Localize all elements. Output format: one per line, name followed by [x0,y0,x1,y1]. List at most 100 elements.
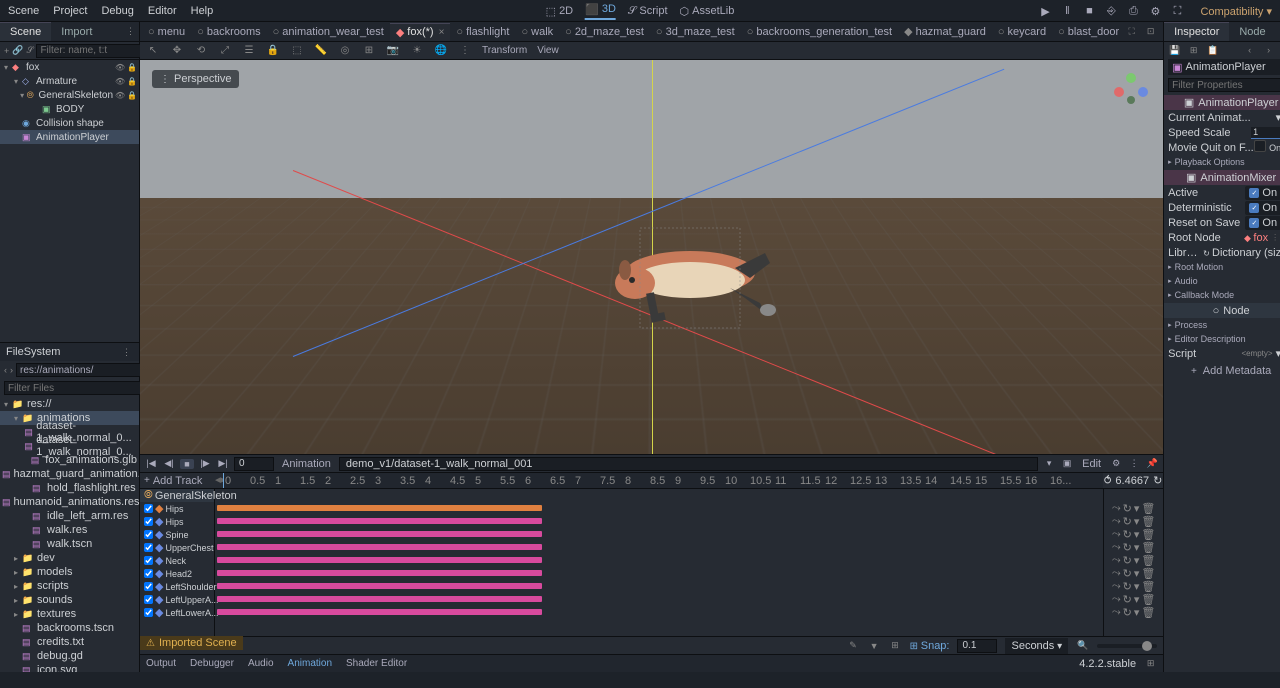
wrap-icon[interactable]: ↻ [1123,515,1132,528]
section-animationplayer[interactable]: ▣AnimationPlayer [1164,95,1280,110]
speed-scale-input[interactable] [1251,127,1280,139]
preview-icon[interactable]: ⋮ [458,44,472,58]
layout-icon[interactable]: ⊞ [1144,657,1157,670]
workspace-3d[interactable]: ⬛3D [585,3,616,20]
scene-tab-flashlight[interactable]: ○flashlight [450,23,515,41]
cat-editor-desc[interactable]: Editor Description [1164,332,1280,346]
interp-icon[interactable]: ⤳ [1112,515,1121,528]
cat-audio[interactable]: Audio [1164,274,1280,288]
perspective-badge[interactable]: ⋮ Perspective [152,70,239,88]
cat-root-motion[interactable]: Root Motion [1164,260,1280,274]
pause-icon[interactable]: ‖ [1060,4,1074,18]
pin-icon[interactable]: 📌 [1145,458,1159,469]
render-icon[interactable]: ⛶ [1170,4,1184,18]
select-tool-icon[interactable]: ↖ [146,44,160,58]
interp-icon[interactable]: ⤳ [1112,554,1121,567]
workspace-script[interactable]: 𝒮Script [628,5,668,18]
tab-shader[interactable]: Shader Editor [346,658,407,669]
workspace-assetlib[interactable]: ⬡AssetLib [680,5,735,18]
scene-tab-walk[interactable]: ○walk [515,23,559,41]
expand-icon[interactable]: ⛶ [1125,25,1138,38]
chevron-down-icon[interactable]: ▾ [1042,458,1056,469]
delete-track-icon[interactable]: 🗑 [1141,554,1155,567]
snap-toggle-icon[interactable]: ⊞ [889,639,902,652]
zoom-icon[interactable]: 🔍 [1076,639,1089,652]
env-icon[interactable]: 🌐 [434,44,448,58]
tab-node[interactable]: Node [1229,23,1275,41]
zoom-slider[interactable] [1097,644,1157,648]
file-res://[interactable]: ▾📁res:// [0,397,139,411]
scene-tab-blast_door[interactable]: ○blast_door [1052,23,1125,41]
wrap-icon[interactable]: ↻ [1123,593,1132,606]
wrap-icon[interactable]: ↻ [1123,580,1132,593]
view-menu[interactable]: View [537,45,559,56]
root-node-value[interactable]: ◆ fox [1244,232,1268,244]
track-toggle[interactable] [144,556,153,565]
tab-history[interactable]: History [1276,23,1280,41]
copy-icon[interactable]: 📋 [1206,44,1219,57]
ruler-icon[interactable]: 📏 [314,44,328,58]
scene-tab-menu[interactable]: ○menu [142,23,191,41]
animation-name-dropdown[interactable]: demo_v1/dataset-1_walk_normal_001 [339,457,1038,471]
menu-help[interactable]: Help [191,5,214,17]
history-fwd-icon[interactable]: › [1262,44,1275,57]
play-scene-icon[interactable]: ⎆ [1104,4,1118,18]
scene-node-collision shape[interactable]: ◉Collision shape [0,116,139,130]
scene-node-fox[interactable]: ▾◆fox👁🔒 [0,60,139,74]
track-toggle[interactable] [144,530,153,539]
attach-script-icon[interactable]: 𝒮 [26,44,33,57]
scene-node-body[interactable]: ▣BODY [0,102,139,116]
dock-options-icon[interactable]: ⋮ [126,25,139,38]
delete-track-icon[interactable]: 🗑 [1141,606,1155,619]
file-scripts[interactable]: ▸📁scripts [0,579,139,593]
file-credits.txt[interactable]: ▤credits.txt [0,635,139,649]
current-anim-dropdown[interactable]: ▾ [1253,111,1280,124]
filter-tracks-icon[interactable]: ▼ [868,639,881,652]
scene-tab-keycard[interactable]: ○keycard [992,23,1052,41]
play-custom-icon[interactable]: ⎙ [1126,4,1140,18]
path-input[interactable] [16,363,156,377]
history-back-icon[interactable]: ‹ [1243,44,1256,57]
file-debug.gd[interactable]: ▤debug.gd [0,649,139,663]
play-backwards-icon[interactable]: ◀| [162,458,176,469]
tab-audio[interactable]: Audio [248,658,274,669]
save-icon[interactable]: 💾 [1168,44,1181,57]
track-toggle[interactable] [144,569,153,578]
tab-debugger[interactable]: Debugger [190,658,234,669]
menu-debug[interactable]: Debug [101,5,133,17]
file-dev[interactable]: ▸📁dev [0,551,139,565]
scene-node-armature[interactable]: ▾◇Armature👁🔒 [0,74,139,88]
local-space-icon[interactable]: ◎ [338,44,352,58]
delete-track-icon[interactable]: 🗑 [1141,541,1155,554]
anim-position-input[interactable] [234,457,274,471]
scene-tab-backrooms_generation_test[interactable]: ○backrooms_generation_test [741,23,898,41]
camera-icon[interactable]: 📷 [386,44,400,58]
play-icon[interactable]: ▶ [1038,4,1052,18]
time-units-dropdown[interactable]: Seconds ▾ [1005,638,1068,654]
delete-track-icon[interactable]: 🗑 [1141,580,1155,593]
track-collapse-icon[interactable]: ◂▸ [215,473,223,488]
track-toggle[interactable] [144,517,153,526]
distraction-free-icon[interactable]: ⊡ [1144,25,1157,38]
track-toggle[interactable] [144,595,153,604]
renderer-dropdown[interactable]: Compatibility ▾ [1200,5,1272,18]
interp-icon[interactable]: ⤳ [1112,541,1121,554]
movie-quit-checkbox[interactable] [1254,140,1269,155]
stop-icon[interactable]: ■ [1082,4,1096,18]
delete-track-icon[interactable]: 🗑 [1141,502,1155,515]
menu-project[interactable]: Project [53,5,87,17]
transform-menu[interactable]: Transform [482,45,527,56]
libraries-value[interactable]: ↻ Dictionary (siz [1203,247,1280,259]
edit-menu[interactable]: Edit [1082,458,1101,470]
file-walk.tscn[interactable]: ▤walk.tscn [0,537,139,551]
track-toggle[interactable] [144,504,153,513]
inspected-object[interactable]: ▣AnimationPlayer▾ [1168,59,1280,75]
tab-animation[interactable]: Animation [288,658,332,669]
cat-callback[interactable]: Callback Mode [1164,288,1280,302]
file-sounds[interactable]: ▸📁sounds [0,593,139,607]
add-node-icon[interactable]: + [4,44,9,57]
delete-track-icon[interactable]: 🗑 [1141,528,1155,541]
wrap-icon[interactable]: ↻ [1123,502,1132,515]
autoplay-icon[interactable]: ▣ [1060,458,1074,469]
file-dataset-1_walk_normal_0...[interactable]: ▤dataset-1_walk_normal_0... [0,439,139,453]
